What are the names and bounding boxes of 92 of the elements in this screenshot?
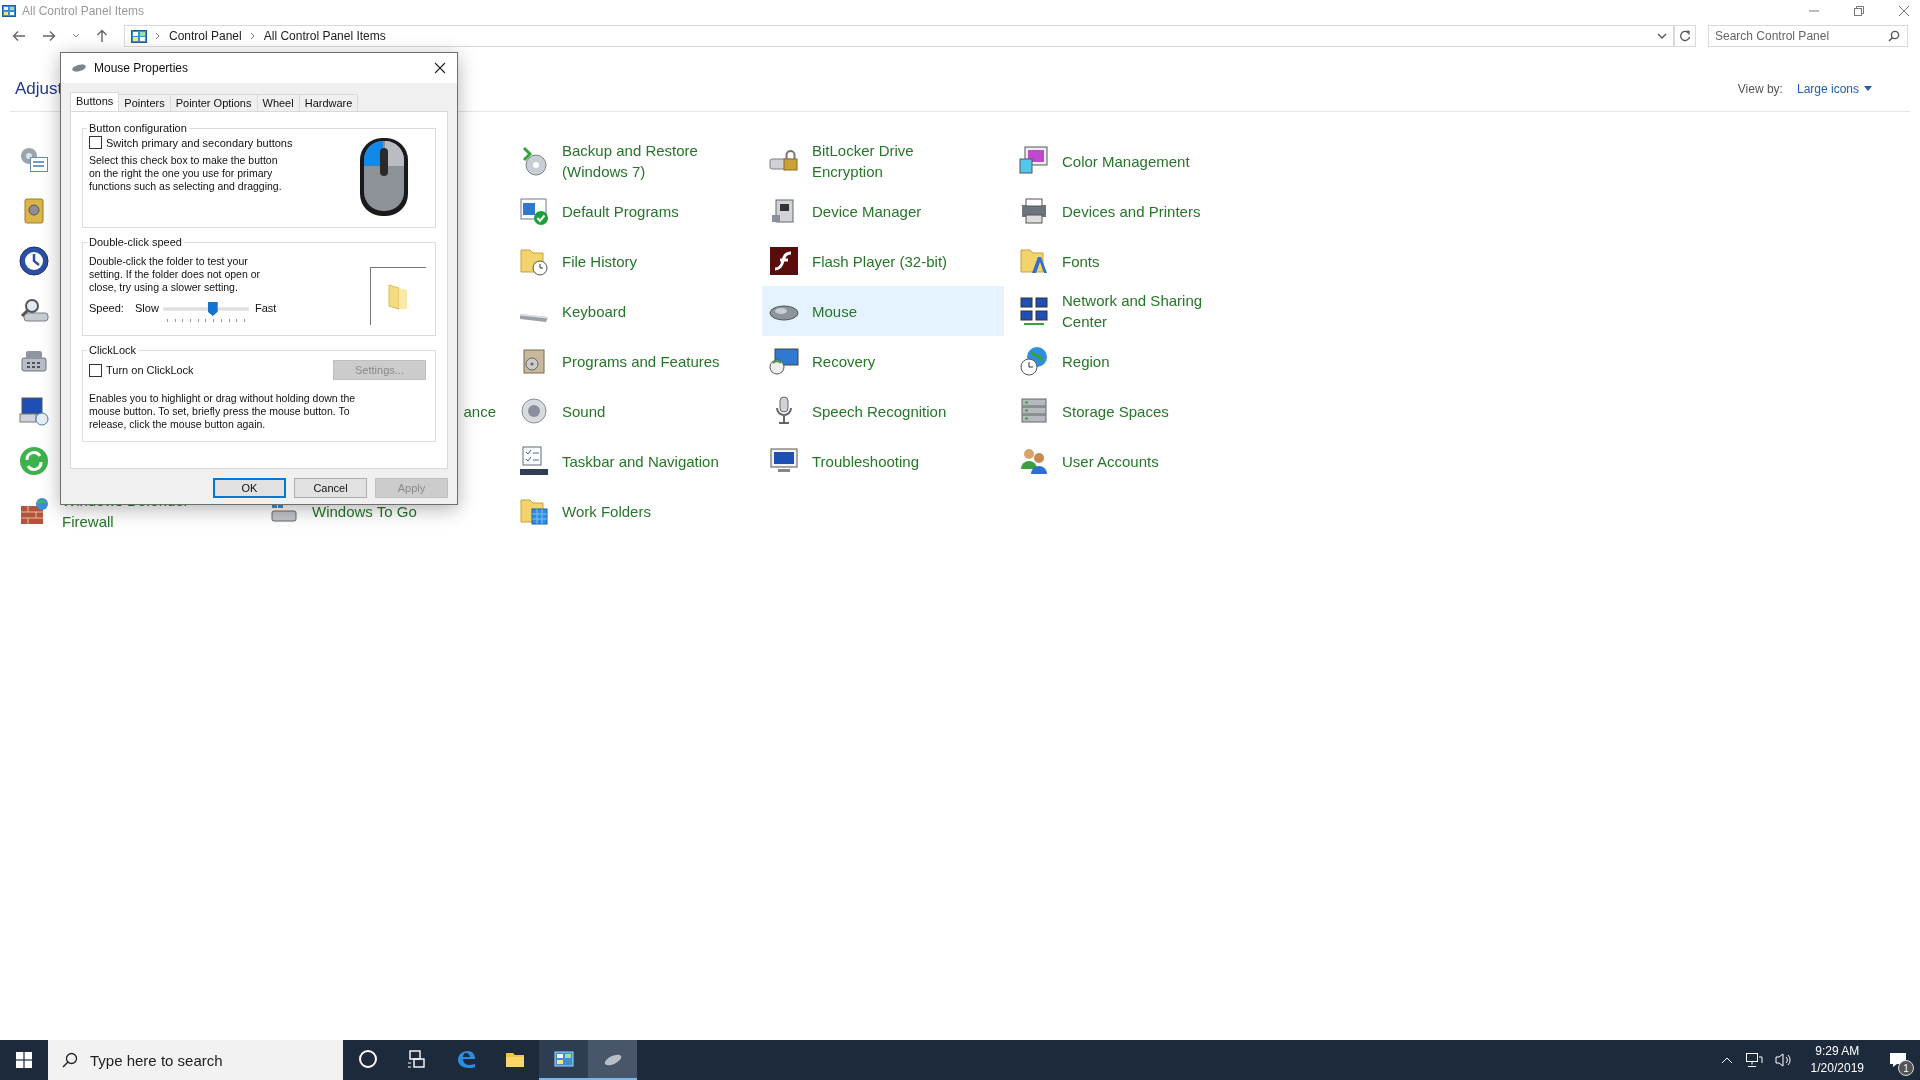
control-panel-link[interactable]: Recovery [812,350,876,372]
slow-label: Slow [135,302,160,314]
speed-label: Speed: [89,302,125,314]
view-by-dropdown[interactable]: Large icons [1796,81,1872,96]
control-panel-link[interactable]: Color Management [1062,150,1190,172]
group-title: Button configuration [88,122,188,134]
control-panel-link[interactable]: Keyboard [562,300,627,322]
selected-item-highlight[interactable]: Mouse [762,286,1004,336]
monitor-icon[interactable] [1018,145,1050,177]
close-icon[interactable] [434,62,446,74]
control-panel-link[interactable]: Devices and Printers [1062,200,1201,222]
tab[interactable]: Hardware [298,94,359,111]
control-panel-icon [131,29,147,43]
checklist-icon[interactable] [518,445,550,477]
control-panel-link[interactable]: Troubleshooting [812,450,919,472]
slider-thumb[interactable] [207,302,218,316]
back-icon[interactable] [12,30,26,42]
window-check-icon[interactable] [518,195,550,227]
control-panel-link[interactable]: Mouse [812,300,858,322]
dropdown-icon[interactable] [1657,33,1667,39]
monitor-clock-icon[interactable] [768,345,800,377]
control-panel-link[interactable]: Programs and Features [562,350,720,372]
checkbox[interactable] [89,363,102,377]
taskbar-search-field[interactable]: Type here to search [48,1040,343,1080]
group-title: ClickLock [88,344,138,356]
windows-logo-icon [16,1052,32,1068]
control-panel-link[interactable]: Work Folders [562,500,651,522]
sync-icon[interactable] [18,445,50,477]
control-panel-link[interactable]: Backup and Restore (Windows 7) [562,140,737,182]
search-icon [1888,30,1900,42]
control-panel-link[interactable]: Network and Sharing Center [1062,290,1237,332]
control-panel-link[interactable]: Region [1062,350,1110,372]
chevron-icon[interactable] [72,33,80,39]
control-panel-link[interactable]: Device Manager [812,200,922,222]
flash-icon[interactable] [768,245,800,277]
circle-icon [356,1048,379,1070]
clock-time[interactable]: 9:29 AM [1815,1043,1860,1060]
control-panel-link[interactable]: File History [562,250,637,272]
tab[interactable]: Pointer Options [169,94,258,111]
folder-test-area[interactable] [370,267,426,325]
clicklock-checkbox[interactable]: Turn on ClickLock [89,363,194,377]
clock-date[interactable]: 1/20/2019 [1810,1060,1864,1077]
network-icon[interactable] [1018,295,1050,327]
globe-clock-icon[interactable] [1018,345,1050,377]
control-panel-link[interactable]: ance [463,400,496,422]
up-icon[interactable] [96,29,108,43]
window-title: All Control Panel Items [22,4,145,18]
firewall-icon[interactable] [18,495,50,527]
dialog-button[interactable]: Cancel [294,478,367,498]
refresh-button[interactable] [1674,25,1696,47]
breadcrumb[interactable]: Control Panel [169,29,242,43]
switch-buttons-checkbox[interactable]: Switch primary and secondary buttons [89,136,352,149]
caret-down-icon [1864,86,1872,91]
network-icon[interactable] [1744,1052,1763,1068]
refresh-icon [1679,30,1691,42]
dialog-title: Mouse Properties [94,61,189,75]
checkbox[interactable] [89,136,102,149]
view-by-label: View by: [1737,81,1783,96]
notification-count: 1 [1898,1060,1914,1076]
tab[interactable]: Buttons [70,92,120,111]
chevron-right-icon [155,32,161,40]
control-panel-link[interactable]: User Accounts [1062,450,1159,472]
description-text: Double-click the folder to test your setting. If the folder does not open or close, try using a slower setting. [89,255,262,294]
mouse-icon [71,63,87,73]
control-panel-link[interactable]: Flash Player (32-bit) [812,250,948,272]
dialog-button[interactable]: OK [213,478,286,498]
control-panel-link[interactable]: Taskbar and Navigation [562,450,719,472]
caret-up-icon[interactable] [1720,1056,1733,1064]
forward-icon[interactable] [42,30,56,42]
address-bar[interactable]: Control Panel All Control Panel Items [124,25,1674,47]
page-heading: Adjust [15,78,63,99]
task-view-icon [405,1048,428,1070]
control-panel-link[interactable]: Default Programs [562,200,679,222]
monitor-icon [552,1048,575,1070]
control-panel-link[interactable]: Windows To Go [312,500,417,522]
taskbar-app[interactable] [539,1040,588,1080]
description-text: Select this check box to make the button on the right the one you use for primary functions such as selecting and dragging. [89,154,283,193]
control-panel-link[interactable]: BitLocker Drive Encryption [812,140,987,182]
description-text: Enables you to highlight or drag without holding down the mouse button. To set, briefly press the mouse button. To release, click the mouse button again. [89,392,357,431]
group-title: Double-click speed [88,236,183,248]
speaker-icon[interactable] [1774,1052,1793,1068]
restore-icon[interactable] [1853,5,1865,17]
computer-icon[interactable] [18,395,50,427]
control-panel-link[interactable]: Sound [562,400,606,422]
control-panel-link[interactable]: Speech Recognition [812,400,947,422]
breadcrumb[interactable]: All Control Panel Items [263,29,386,43]
chevron-right-icon [249,32,256,40]
control-panel-link[interactable]: Fonts [1062,250,1100,272]
fast-label: Fast [255,302,277,314]
search-field[interactable]: Search Control Panel [1708,25,1908,47]
control-panel-link[interactable]: Storage Spaces [1062,400,1169,422]
speed-slider[interactable] [163,302,249,324]
